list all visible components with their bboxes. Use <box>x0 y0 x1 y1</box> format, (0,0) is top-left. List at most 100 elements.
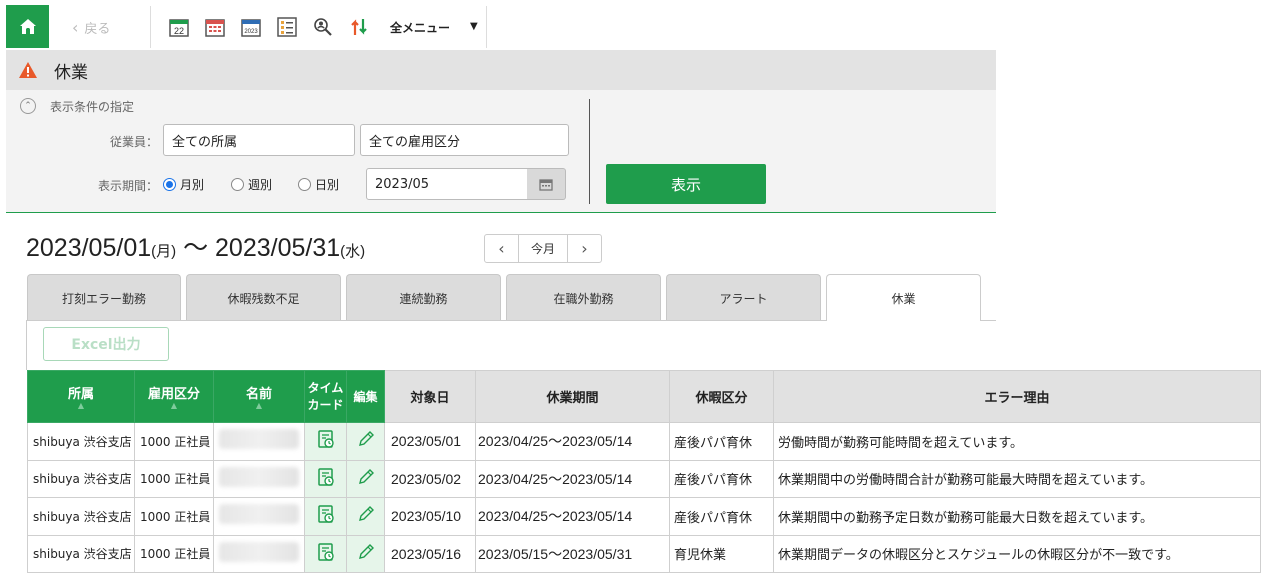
page-title: 休業 <box>54 62 88 83</box>
calendar-day-icon[interactable]: 22 <box>168 16 190 38</box>
cell-employment: 1000 正社員 <box>134 534 214 573</box>
tab-leave[interactable]: 休業 <box>826 274 981 321</box>
sort-icon: ▲ <box>170 401 178 410</box>
radio-weekly-dot[interactable] <box>231 178 244 191</box>
period-label: 表示期間： <box>98 179 159 193</box>
tab-punch-error[interactable]: 打刻エラー勤務 <box>27 274 181 321</box>
timecard-icon <box>317 430 334 448</box>
filter-panel: ⌃ 表示条件の指定 従業員： 全ての所属 全ての雇用区分 表示期間： 月別 週別… <box>6 90 996 213</box>
cell-employment: 1000 正社員 <box>134 497 214 536</box>
table-row: shibuya 渋谷支店 1000 正社員 2023/05/02 2023/04… <box>27 459 1261 498</box>
tab-out-of-employment[interactable]: 在職外勤務 <box>506 274 661 321</box>
excel-export-button[interactable]: Excel出力 <box>43 327 169 361</box>
timecard-icon <box>317 505 334 523</box>
timecard-button[interactable] <box>304 422 347 461</box>
tab-alert[interactable]: アラート <box>666 274 821 321</box>
tab-leave-balance[interactable]: 休暇残数不足 <box>186 274 341 321</box>
cell-org: shibuya 渋谷支店 <box>27 422 135 461</box>
leave-error-table: 所属 ▲ 雇用区分 ▲ 名前 ▲ タイム カード 編集 対象日 休業期間 休暇区分 エラ… <box>27 370 1261 573</box>
employee-label: 従業員： <box>110 135 159 149</box>
redacted-name <box>219 466 299 487</box>
prev-month-button[interactable]: ‹ <box>485 235 518 262</box>
month-input[interactable]: 2023/05 <box>366 168 528 200</box>
radio-monthly[interactable]: 月別 <box>163 176 204 193</box>
caret-down-icon[interactable]: ▼ <box>470 21 478 32</box>
redacted-name <box>219 541 299 562</box>
cell-error-reason: 労働時間が勤務可能時間を超えています。 <box>773 422 1261 461</box>
cell-name <box>213 422 305 461</box>
header-timecard-line2: カード <box>307 397 344 412</box>
header-org-label: 所属 <box>67 387 94 402</box>
period-end: 2023/05/31 <box>215 234 341 262</box>
warning-icon <box>19 62 37 78</box>
calendar-icon <box>539 178 553 191</box>
period-range: 2023/05/01(月) 〜 2023/05/31(水) <box>26 228 365 264</box>
cell-employment: 1000 正社員 <box>134 459 214 498</box>
header-name[interactable]: 名前 ▲ <box>213 370 305 423</box>
month-nav: ‹ 今月 › <box>484 234 602 263</box>
calendar-year-text: 2023 <box>244 29 258 35</box>
org-select[interactable]: 全ての所属 <box>163 124 355 156</box>
employment-select[interactable]: 全ての雇用区分 <box>360 124 569 156</box>
calendar-year-icon[interactable]: 2023 <box>240 16 262 38</box>
cell-org: shibuya 渋谷支店 <box>27 534 135 573</box>
header-leave-type: 休暇区分 <box>669 370 774 423</box>
cell-error-reason: 休業期間データの休暇区分とスケジュールの休暇区分が不一致です。 <box>773 534 1261 573</box>
this-month-button[interactable]: 今月 <box>518 235 568 262</box>
header-org[interactable]: 所属 ▲ <box>27 370 135 423</box>
tab-panel-border <box>26 320 27 370</box>
header-employment[interactable]: 雇用区分 ▲ <box>134 370 214 423</box>
timecard-icon <box>317 543 334 561</box>
next-month-button[interactable]: › <box>568 235 601 262</box>
search-person-icon[interactable] <box>312 16 334 38</box>
edit-button[interactable] <box>346 459 385 498</box>
header-error-reason: エラー理由 <box>773 370 1261 423</box>
edit-button[interactable] <box>346 497 385 536</box>
top-toolbar: ‹ 戻る 22 2023 全メニュー ▼ <box>0 0 1264 50</box>
show-button[interactable]: 表示 <box>606 164 766 204</box>
toolbar-divider <box>486 6 487 48</box>
cell-target-date: 2023/05/10 <box>384 497 476 536</box>
cell-leave-type: 育児休業 <box>669 534 774 573</box>
header-target-date: 対象日 <box>384 370 476 423</box>
back-label: 戻る <box>84 22 111 37</box>
radio-weekly[interactable]: 週別 <box>231 176 272 193</box>
back-button[interactable]: ‹ 戻る <box>72 18 110 37</box>
sort-arrows-icon[interactable] <box>348 16 370 38</box>
cell-target-date: 2023/05/01 <box>384 422 476 461</box>
radio-daily[interactable]: 日別 <box>298 176 339 193</box>
header-timecard: タイム カード <box>304 370 347 423</box>
header-leave-period: 休業期間 <box>475 370 670 423</box>
calendar-picker-button[interactable] <box>527 168 566 200</box>
chevron-left-icon: ‹ <box>72 18 79 37</box>
header-employment-label: 雇用区分 <box>147 387 200 402</box>
cell-name <box>213 497 305 536</box>
cell-target-date: 2023/05/16 <box>384 534 476 573</box>
collapse-icon[interactable]: ⌃ <box>20 98 36 114</box>
cell-leave-period: 2023/05/15〜2023/05/31 <box>475 534 670 573</box>
home-button[interactable] <box>6 5 49 48</box>
cell-error-reason: 休業期間中の労働時間合計が勤務可能最大時間を超えています。 <box>773 459 1261 498</box>
timecard-button[interactable] <box>304 534 347 573</box>
cell-leave-period: 2023/04/25〜2023/05/14 <box>475 422 670 461</box>
tab-consecutive[interactable]: 連続勤務 <box>346 274 501 321</box>
radio-daily-dot[interactable] <box>298 178 311 191</box>
radio-monthly-dot[interactable] <box>163 178 176 191</box>
timecard-button[interactable] <box>304 497 347 536</box>
pencil-icon <box>358 468 374 484</box>
all-menu-button[interactable]: 全メニュー <box>390 19 450 36</box>
filter-section-label: 表示条件の指定 <box>50 100 135 114</box>
header-timecard-line1: タイム <box>307 380 344 395</box>
edit-button[interactable] <box>346 534 385 573</box>
timecard-button[interactable] <box>304 459 347 498</box>
edit-button[interactable] <box>346 422 385 461</box>
period-start-dow: (月) <box>151 243 177 260</box>
radio-monthly-label: 月別 <box>180 178 205 192</box>
sort-icon: ▲ <box>77 401 85 410</box>
list-icon[interactable] <box>276 16 298 38</box>
radio-weekly-label: 週別 <box>248 178 273 192</box>
period-start: 2023/05/01 <box>26 234 152 262</box>
cell-leave-period: 2023/04/25〜2023/05/14 <box>475 459 670 498</box>
header-edit: 編集 <box>346 370 385 423</box>
calendar-month-icon[interactable] <box>204 16 226 38</box>
